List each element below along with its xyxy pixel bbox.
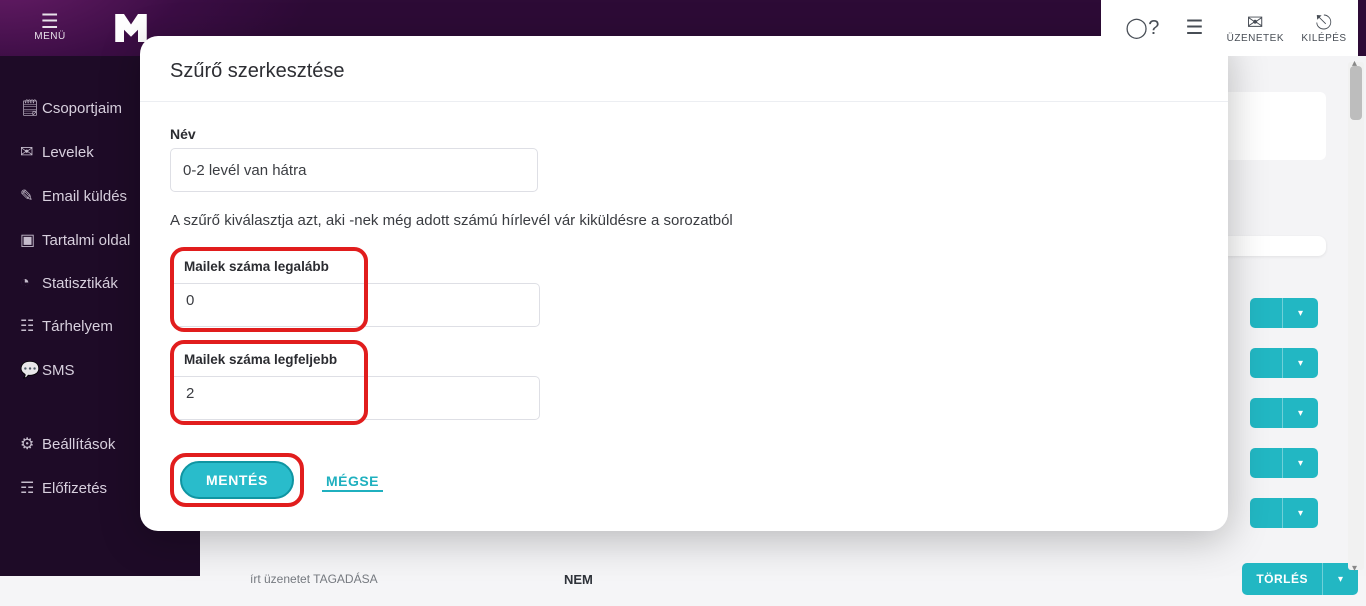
help-icon: ◯? <box>1125 18 1160 38</box>
bg-pill-3[interactable]: ▾ <box>1250 398 1318 428</box>
sidebar-item-label: Előfizetés <box>42 480 107 497</box>
sidebar-item-label: SMS <box>42 362 75 379</box>
scrollbar[interactable]: ▴ ▾ <box>1348 62 1364 570</box>
menu-label: MENÜ <box>34 31 65 42</box>
menu-icon: ☰ <box>41 15 59 29</box>
sidebar-item-label: Beállítások <box>42 436 115 453</box>
logout-icon: ⎋ <box>1316 13 1332 33</box>
sidebar-item-label: Statisztikák <box>42 275 118 292</box>
scroll-down-icon: ▾ <box>1352 563 1357 574</box>
bg-row-text: írt üzenetet TAGADÁSA <box>250 572 378 586</box>
modal-actions: MENTÉS MÉGSE <box>140 435 1228 531</box>
pie-icon: ◔ <box>20 274 42 292</box>
chevron-down-icon: ▾ <box>1282 448 1318 478</box>
max-mails-input[interactable] <box>184 375 356 411</box>
min-mails-label: Mailek száma legalább <box>184 259 354 274</box>
modal-description: A szűrő kiválasztja azt, aki -nek még ad… <box>170 212 1198 229</box>
bg-row-mid: NEM <box>564 572 593 587</box>
min-mails-group: Mailek száma legalább <box>170 247 368 332</box>
sidebar-item-label: Tárhelyem <box>42 318 113 335</box>
menu-button[interactable]: ☰ MENÜ <box>20 15 80 42</box>
logout-button[interactable]: ⎋ KILÉPÉS <box>1296 13 1352 44</box>
sidebar-item-label: Email küldés <box>42 188 127 205</box>
mail-icon: ✉ <box>20 142 42 162</box>
name-field: Név <box>170 126 1198 192</box>
mail-icon: ✉ <box>1247 13 1264 33</box>
cancel-button[interactable]: MÉGSE <box>322 469 383 492</box>
chevron-down-icon: ▾ <box>1282 348 1318 378</box>
max-mails-label: Mailek száma legfeljebb <box>184 352 354 367</box>
bg-pill-2[interactable]: ▾ <box>1250 348 1318 378</box>
help-button[interactable]: ◯? <box>1123 18 1163 38</box>
name-input[interactable] <box>170 148 538 192</box>
edit-icon: ✎ <box>20 186 42 206</box>
scrollbar-thumb[interactable] <box>1350 66 1362 120</box>
bg-pill-5[interactable]: ▾ <box>1250 498 1318 528</box>
chevron-down-icon: ▾ <box>1282 298 1318 328</box>
forms-button[interactable]: ☰ <box>1175 18 1215 38</box>
storage-icon: ☷ <box>20 316 42 336</box>
modal-title: Szűrő szerkesztése <box>170 60 1198 83</box>
sms-icon: 💬 <box>20 360 42 380</box>
logout-label: KILÉPÉS <box>1301 33 1346 44</box>
name-label: Név <box>170 126 1198 142</box>
min-mails-input[interactable] <box>184 282 356 318</box>
delete-label: TÖRLÉS <box>1242 563 1322 595</box>
book-icon: ▣ <box>20 230 42 250</box>
delete-button[interactable]: TÖRLÉS ▾ <box>1242 563 1358 595</box>
bg-row-bottom: írt üzenetet TAGADÁSA NEM TÖRLÉS ▾ <box>250 552 1358 606</box>
sidebar-item-label: Tartalmi oldal <box>42 232 130 249</box>
save-button[interactable]: MENTÉS <box>180 461 294 499</box>
chevron-down-icon: ▾ <box>1282 398 1318 428</box>
clipboard-icon: 🗒 <box>20 98 42 118</box>
card-icon: ☶ <box>20 478 42 498</box>
filter-edit-modal: Szűrő szerkesztése Név A szűrő kiválaszt… <box>140 36 1228 531</box>
max-mails-group: Mailek száma legfeljebb <box>170 340 368 425</box>
sidebar-item-label: Csoportjaim <box>42 100 122 117</box>
save-button-highlight: MENTÉS <box>170 453 304 507</box>
modal-header: Szűrő szerkesztése <box>140 36 1228 102</box>
gear-icon: ⚙ <box>20 434 42 454</box>
bg-pill-1[interactable]: ▾ <box>1250 298 1318 328</box>
top-bar-right: ◯? ☰ ✉ ÜZENETEK ⎋ KILÉPÉS <box>1101 0 1358 56</box>
messages-button[interactable]: ✉ ÜZENETEK <box>1227 13 1284 44</box>
modal-body: Név A szűrő kiválasztja azt, aki -nek mé… <box>140 102 1228 425</box>
bg-pill-4[interactable]: ▾ <box>1250 448 1318 478</box>
messages-label: ÜZENETEK <box>1227 33 1284 44</box>
form-icon: ☰ <box>1185 18 1203 38</box>
sidebar-item-label: Levelek <box>42 144 94 161</box>
chevron-down-icon: ▾ <box>1282 498 1318 528</box>
